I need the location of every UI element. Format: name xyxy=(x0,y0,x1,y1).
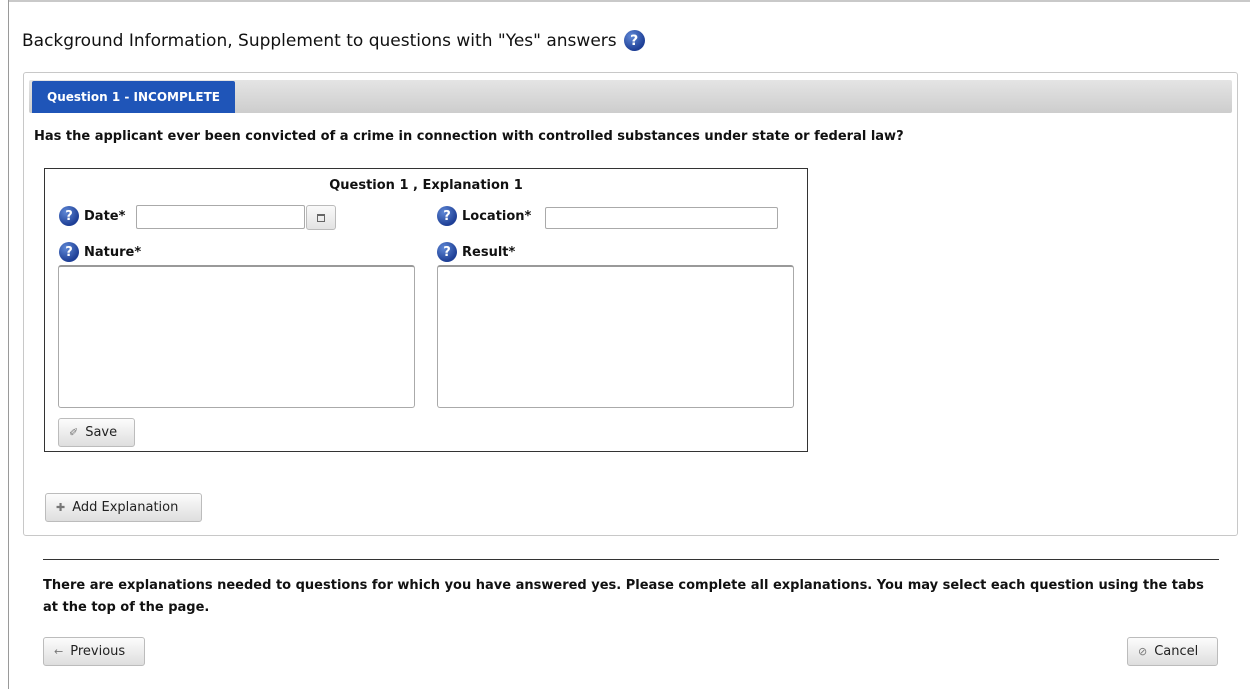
cancel-button-label: Cancel xyxy=(1154,644,1199,659)
date-help-icon[interactable]: ? xyxy=(59,206,79,226)
tab-question-1[interactable]: Question 1 - INCOMPLETE xyxy=(32,81,236,113)
date-field[interactable] xyxy=(136,205,305,229)
explanation-title: Question 1 , Explanation 1 xyxy=(329,178,523,193)
result-label: Result* xyxy=(462,244,516,260)
location-label: Location* xyxy=(462,208,532,224)
date-label: Date* xyxy=(84,208,126,224)
nature-field-label: ? Nature* xyxy=(59,242,141,262)
footer-divider xyxy=(43,559,1219,560)
wrench-icon: ✐ xyxy=(69,426,79,439)
calendar-button[interactable] xyxy=(306,205,336,230)
add-explanation-button[interactable]: ✚ Add Explanation xyxy=(45,493,202,522)
window-top-border xyxy=(8,0,1250,6)
nature-help-icon[interactable]: ? xyxy=(59,242,79,262)
page-title-text: Background Information, Supplement to qu… xyxy=(22,30,617,51)
result-field-label: ? Result* xyxy=(437,242,515,262)
question-tab-bar: Question 1 - INCOMPLETE xyxy=(29,80,1232,113)
location-field-label: ? Location* xyxy=(437,206,531,226)
result-help-icon[interactable]: ? xyxy=(437,242,457,262)
location-help-icon[interactable]: ? xyxy=(437,206,457,226)
arrow-left-icon: ← xyxy=(54,645,64,658)
calendar-icon xyxy=(317,213,325,222)
question-text: Has the applicant ever been convicted of… xyxy=(34,129,904,144)
add-explanation-label: Add Explanation xyxy=(72,500,179,515)
save-button-label: Save xyxy=(85,425,118,440)
footer-message: There are explanations needed to questio… xyxy=(43,578,1204,615)
location-field[interactable] xyxy=(545,207,778,229)
question-panel: Question 1 - INCOMPLETE Has the applican… xyxy=(23,72,1238,536)
result-textarea[interactable] xyxy=(437,265,794,408)
cancel-circle-icon: ⊘ xyxy=(1138,645,1148,658)
previous-button[interactable]: ← Previous xyxy=(43,637,145,666)
date-field-label: ? Date* xyxy=(59,206,125,226)
help-icon[interactable]: ? xyxy=(623,30,645,51)
previous-button-label: Previous xyxy=(70,644,126,659)
explanation-box: Question 1 , Explanation 1 ? Date* ? Loc… xyxy=(44,168,808,452)
plus-icon: ✚ xyxy=(56,501,66,514)
nature-textarea[interactable] xyxy=(58,265,415,408)
nature-label: Nature* xyxy=(84,244,142,260)
save-button[interactable]: ✐ Save xyxy=(58,418,135,447)
window-left-border xyxy=(8,0,9,689)
page-title: Background Information, Supplement to qu… xyxy=(22,30,645,51)
cancel-button[interactable]: ⊘ Cancel xyxy=(1127,637,1218,666)
